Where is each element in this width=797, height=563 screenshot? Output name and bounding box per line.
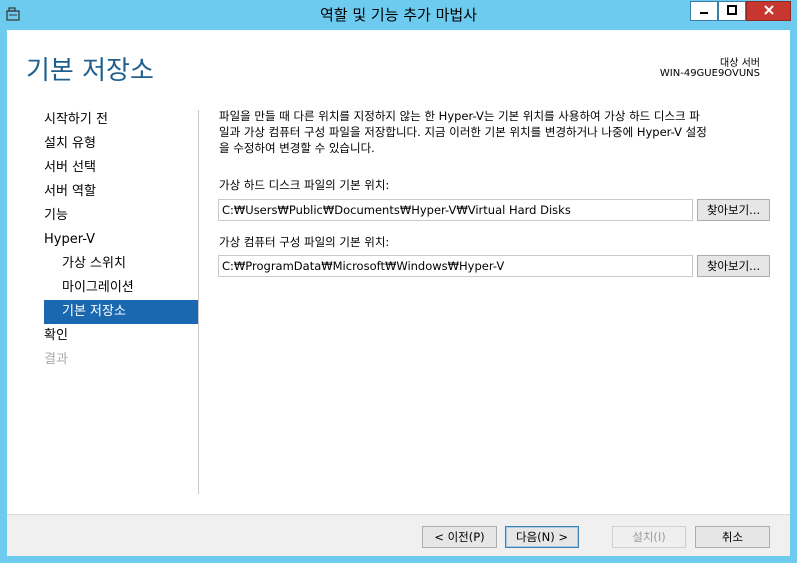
maximize-button[interactable] bbox=[718, 1, 746, 21]
nav-item-results: 결과 bbox=[44, 352, 68, 367]
nav-item-migration[interactable]: 마이그레이션 bbox=[36, 276, 198, 300]
vhd-browse-button[interactable]: 찾아보기... bbox=[697, 199, 770, 221]
next-button[interactable]: 다음(N) > bbox=[505, 526, 579, 548]
page-title: 기본 저장소 bbox=[26, 56, 154, 86]
cancel-button[interactable]: 취소 bbox=[695, 526, 770, 548]
previous-button[interactable]: < 이전(P) bbox=[422, 526, 497, 548]
nav-item-virtual-switches[interactable]: 가상 스위치 bbox=[36, 252, 198, 276]
target-server-label: 대상 서버 bbox=[720, 58, 760, 69]
install-button: 설치(I) bbox=[612, 526, 686, 548]
nav-item-before-you-begin[interactable]: 시작하기 전 bbox=[36, 108, 198, 132]
close-button[interactable] bbox=[746, 1, 791, 21]
wizard-nav: 시작하기 전 설치 유형 서버 선택 서버 역할 기능 Hyper-V 가상 스… bbox=[36, 108, 198, 372]
vm-config-location-label: 가상 컴퓨터 구성 파일의 기본 위치: bbox=[219, 235, 390, 249]
wizard-client-area: 기본 저장소 대상 서버 WIN-49GUE9OVUNS 시작하기 전 설치 유… bbox=[7, 30, 790, 556]
nav-item-confirmation[interactable]: 확인 bbox=[36, 324, 198, 348]
title-bar: 역할 및 기능 추가 마법사 bbox=[0, 0, 797, 30]
nav-item-server-roles[interactable]: 서버 역할 bbox=[36, 180, 198, 204]
minimize-icon bbox=[700, 12, 708, 14]
nav-item-features[interactable]: 기능 bbox=[36, 204, 198, 228]
nav-item-default-stores[interactable]: 기본 저장소 bbox=[44, 300, 198, 324]
description-text: 파일을 만들 때 다른 위치를 지정하지 않는 한 Hyper-V는 기본 위치… bbox=[219, 108, 774, 156]
maximize-icon bbox=[727, 5, 737, 15]
description-line: 을 수정하여 변경할 수 있습니다. bbox=[219, 141, 375, 155]
description-line: 파일을 만들 때 다른 위치를 지정하지 않는 한 Hyper-V는 기본 위치… bbox=[219, 109, 700, 123]
window-title: 역할 및 기능 추가 마법사 bbox=[319, 6, 478, 24]
wizard-footer: < 이전(P) 다음(N) > 설치(I) 취소 bbox=[7, 514, 790, 556]
target-server-name: WIN-49GUE9OVUNS bbox=[659, 68, 760, 79]
vhd-location-input[interactable]: C:₩Users₩Public₩Documents₩Hyper-V₩Virtua… bbox=[218, 199, 693, 221]
nav-divider bbox=[198, 110, 199, 494]
minimize-button[interactable] bbox=[690, 1, 718, 21]
nav-item-hyper-v[interactable]: Hyper-V bbox=[36, 228, 198, 252]
description-line: 일과 가상 컴퓨터 구성 파일을 저장합니다. 지금 이러한 기본 위치를 변경… bbox=[219, 125, 707, 139]
nav-item-server-selection[interactable]: 서버 선택 bbox=[36, 156, 198, 180]
nav-item-installation-type[interactable]: 설치 유형 bbox=[36, 132, 198, 156]
vm-config-location-input[interactable]: C:₩ProgramData₩Microsoft₩Windows₩Hyper-V bbox=[218, 255, 693, 277]
vhd-location-label: 가상 하드 디스크 파일의 기본 위치: bbox=[219, 178, 390, 192]
close-icon bbox=[763, 5, 774, 15]
vm-config-browse-button[interactable]: 찾아보기... bbox=[697, 255, 770, 277]
